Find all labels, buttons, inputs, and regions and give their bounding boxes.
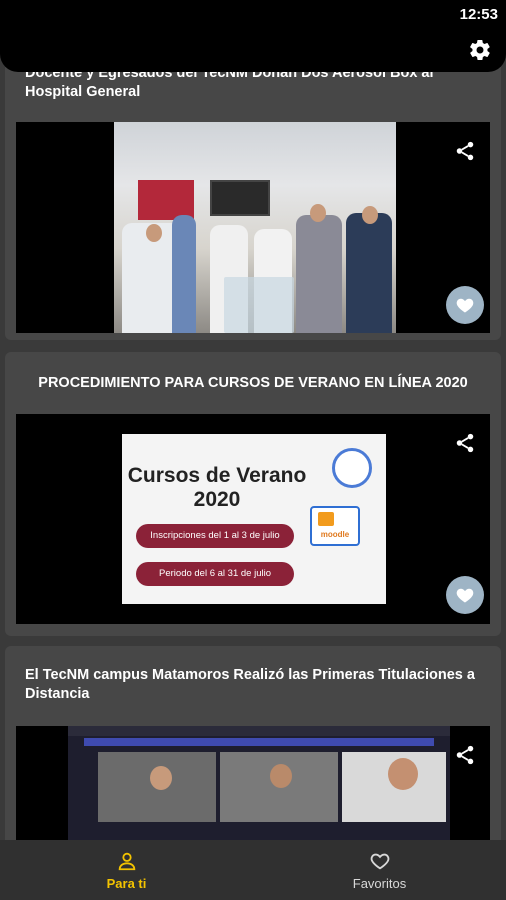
- poster-pill-inscripciones: Inscripciones del 1 al 3 de julio: [136, 524, 294, 548]
- clock-icon: [332, 448, 372, 488]
- news-card-image[interactable]: Cursos de Verano 2020 moodle Inscripcion…: [16, 414, 490, 624]
- share-icon[interactable]: [454, 432, 476, 454]
- nav-item-favoritos[interactable]: Favoritos: [253, 840, 506, 900]
- heart-icon: [456, 298, 474, 313]
- share-icon[interactable]: [454, 744, 476, 766]
- photo-tv-screen: [210, 180, 270, 216]
- news-card-image[interactable]: [16, 726, 490, 846]
- heart-outline-icon: [370, 853, 389, 869]
- favorite-button[interactable]: [446, 576, 484, 614]
- photo-virtual-ceremony: [68, 726, 450, 846]
- news-card-title[interactable]: PROCEDIMIENTO PARA CURSOS DE VERANO EN L…: [5, 374, 501, 393]
- photo-person-head: [146, 224, 162, 242]
- nav-label: Para ti: [106, 875, 147, 891]
- poster-pill-periodo: Periodo del 6 al 31 de julio: [136, 562, 294, 586]
- photo-red-banner: [138, 180, 194, 220]
- moodle-logo-text: moodle: [320, 530, 350, 539]
- news-card-title[interactable]: El TecNM campus Matamoros Realizó las Pr…: [5, 666, 501, 704]
- photo-hospital-donation: [114, 122, 396, 333]
- top-bar: 12:53: [0, 0, 506, 72]
- status-time: 12:53: [459, 6, 498, 23]
- participant-head: [270, 764, 292, 788]
- news-card[interactable]: Docente y Egresados del TecNM Donan Dos …: [5, 44, 501, 340]
- participant-head: [150, 766, 172, 790]
- favorite-button[interactable]: [446, 286, 484, 324]
- bottom-navigation: Para ti Favoritos: [0, 840, 506, 900]
- person-icon: [118, 852, 135, 870]
- poster-title: Cursos de Verano 2020: [122, 464, 312, 512]
- photo-aerosol-box: [224, 277, 294, 333]
- poster-cursos-verano: Cursos de Verano 2020 moodle Inscripcion…: [122, 434, 386, 604]
- photo-person: [346, 213, 392, 333]
- photo-person-head: [362, 206, 378, 224]
- photo-person: [172, 215, 196, 333]
- app-screen: Docente y Egresados del TecNM Donan Dos …: [0, 0, 506, 900]
- photo-person: [296, 215, 342, 333]
- poster-title-year: 2020: [193, 488, 241, 511]
- nav-item-para-ti[interactable]: Para ti: [0, 840, 253, 900]
- share-icon[interactable]: [454, 140, 476, 162]
- poster-title-line: Cursos de Verano: [127, 464, 307, 487]
- nav-label: Favoritos: [352, 875, 407, 891]
- news-card-image[interactable]: [16, 122, 490, 333]
- news-card[interactable]: PROCEDIMIENTO PARA CURSOS DE VERANO EN L…: [5, 352, 501, 636]
- participant-head: [388, 758, 418, 790]
- moodle-logo: moodle: [310, 506, 360, 546]
- photo-person-head: [310, 204, 326, 222]
- heart-icon: [456, 588, 474, 603]
- gear-icon[interactable]: [468, 38, 492, 62]
